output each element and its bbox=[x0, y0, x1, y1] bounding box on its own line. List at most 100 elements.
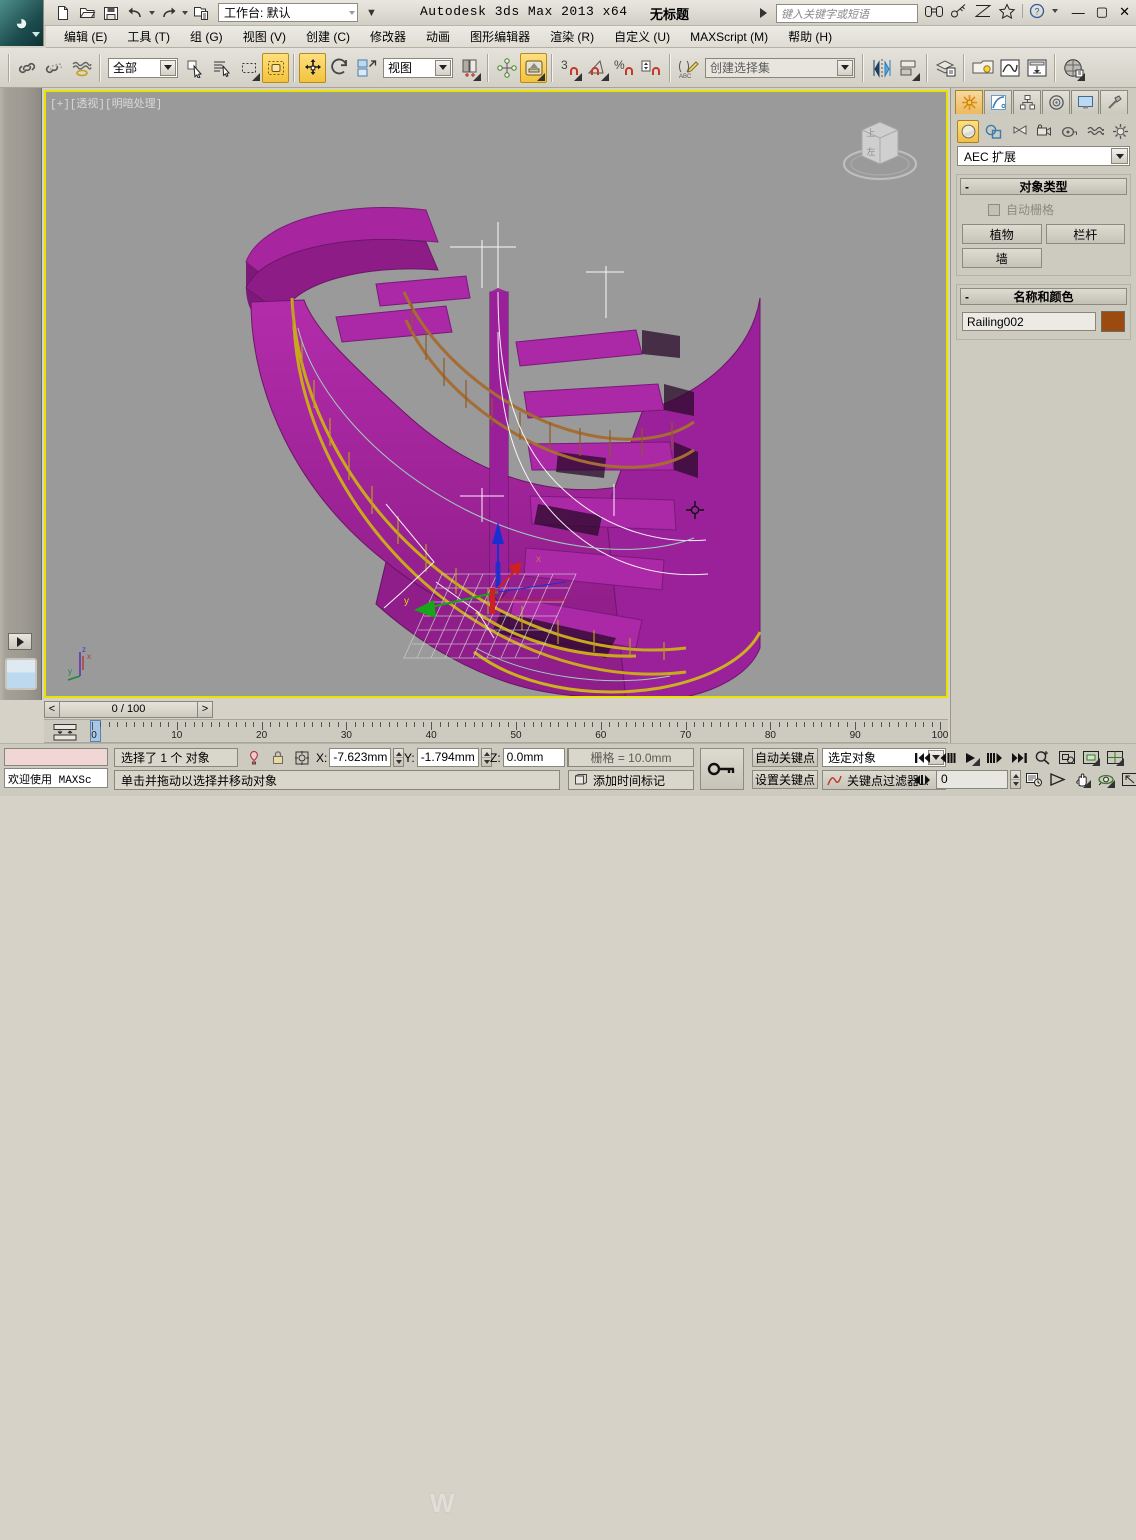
menu-item-rendering[interactable]: 渲染 (R) bbox=[540, 26, 604, 47]
selection-filter-select[interactable]: 全部 bbox=[108, 58, 178, 78]
view-cube[interactable]: 上 左 bbox=[830, 106, 930, 196]
flyout-indicator[interactable] bbox=[252, 73, 260, 81]
maxscript-listener-output[interactable] bbox=[4, 748, 108, 766]
use-center-button[interactable] bbox=[456, 53, 483, 83]
helpers-category-button[interactable] bbox=[1059, 120, 1081, 143]
object-color-swatch[interactable] bbox=[1101, 311, 1125, 332]
isolate-selection-button[interactable] bbox=[244, 748, 264, 767]
menu-item-views[interactable]: 视图 (V) bbox=[233, 26, 296, 47]
flyout-indicator[interactable] bbox=[601, 73, 609, 81]
angle-snap-button[interactable] bbox=[584, 53, 611, 83]
snaps-toggle-button[interactable]: 3 bbox=[557, 53, 584, 83]
add-time-tag[interactable]: 添加时间标记 bbox=[568, 770, 694, 790]
zoom-extents-button[interactable] bbox=[1056, 748, 1078, 767]
play-animation-button[interactable] bbox=[960, 748, 982, 767]
flyout-indicator[interactable] bbox=[1083, 780, 1091, 788]
key-mode-toggle-small[interactable] bbox=[912, 770, 934, 789]
material-editor-button[interactable] bbox=[1060, 53, 1087, 83]
select-and-rotate-button[interactable] bbox=[326, 53, 353, 83]
hierarchy-tab[interactable] bbox=[1013, 90, 1041, 114]
current-frame-input[interactable]: 0 bbox=[936, 770, 1008, 789]
select-by-name-button[interactable] bbox=[208, 53, 235, 83]
project-folder-button[interactable] bbox=[190, 3, 212, 23]
workspace-selector[interactable]: 工作台: 默认 bbox=[218, 3, 358, 22]
close-button[interactable]: ✕ bbox=[1119, 4, 1130, 20]
key-mode-toggle-button[interactable] bbox=[700, 748, 744, 790]
object-type-rollout-header[interactable]: - 对象类型 bbox=[960, 178, 1127, 195]
layer-manager-button[interactable] bbox=[932, 53, 959, 83]
display-tab[interactable] bbox=[1071, 90, 1099, 114]
flyout-indicator[interactable] bbox=[1116, 758, 1124, 766]
open-file-button[interactable] bbox=[76, 3, 98, 23]
named-selection-edit-button[interactable]: ABC bbox=[675, 53, 702, 83]
rollout-collapse-icon[interactable]: - bbox=[965, 290, 969, 304]
set-key-button[interactable]: 设置关键点 bbox=[752, 770, 818, 789]
binoculars-icon[interactable] bbox=[924, 3, 944, 19]
create-tab[interactable] bbox=[955, 90, 983, 114]
chevron-down-icon[interactable] bbox=[160, 60, 176, 76]
lights-category-button[interactable] bbox=[1008, 120, 1030, 143]
menu-item-tools[interactable]: 工具 (T) bbox=[117, 26, 180, 47]
track-bar[interactable]: 1020304050607080901000 bbox=[44, 719, 948, 743]
perspective-viewport[interactable]: [+][透视][明暗处理] bbox=[44, 90, 948, 698]
help-dropdown-caret[interactable] bbox=[1052, 9, 1058, 13]
use-selection-center-button[interactable] bbox=[520, 53, 547, 83]
reference-coordinate-select[interactable]: 视图 bbox=[383, 58, 453, 78]
flyout-indicator[interactable] bbox=[574, 73, 582, 81]
key-mode-icon[interactable] bbox=[52, 722, 78, 742]
previous-frame-small-button[interactable]: < bbox=[44, 701, 60, 718]
minimize-button[interactable]: — bbox=[1072, 5, 1085, 20]
auto-grid-checkbox[interactable] bbox=[988, 204, 1000, 216]
x-spinner[interactable] bbox=[393, 748, 404, 767]
menu-item-create[interactable]: 创建 (C) bbox=[296, 26, 360, 47]
undo-dropdown-caret[interactable] bbox=[149, 11, 155, 15]
key-icon[interactable] bbox=[950, 3, 968, 19]
bind-to-space-warp-button[interactable] bbox=[68, 53, 95, 83]
object-name-input[interactable]: Railing002 bbox=[962, 312, 1096, 331]
help-icon[interactable]: ? bbox=[1029, 3, 1045, 19]
window-crossing-button[interactable] bbox=[262, 53, 289, 83]
percent-snap-button[interactable]: % bbox=[611, 53, 638, 83]
menu-item-animation[interactable]: 动画 bbox=[416, 26, 460, 47]
select-and-move-button[interactable] bbox=[299, 53, 326, 83]
schematic-view-button[interactable] bbox=[1023, 53, 1050, 83]
rollout-collapse-icon[interactable]: - bbox=[965, 180, 969, 194]
orbit-button[interactable] bbox=[1095, 770, 1117, 789]
light-lister-button[interactable] bbox=[969, 53, 996, 83]
maximize-viewport-button[interactable] bbox=[1119, 770, 1136, 789]
current-frame-spinner[interactable] bbox=[1010, 770, 1021, 789]
modify-tab[interactable] bbox=[984, 90, 1012, 114]
document-menu-arrow-icon[interactable] bbox=[760, 8, 767, 18]
spinner-snap-button[interactable] bbox=[638, 53, 665, 83]
flyout-indicator[interactable] bbox=[1107, 780, 1115, 788]
motion-tab[interactable] bbox=[1042, 90, 1070, 114]
previous-frame-button[interactable] bbox=[936, 748, 958, 767]
auto-grid-row[interactable]: 自动栅格 bbox=[988, 201, 1127, 218]
menu-item-graph-editors[interactable]: 图形编辑器 bbox=[460, 26, 540, 47]
goto-end-button[interactable] bbox=[1008, 748, 1030, 767]
new-file-button[interactable] bbox=[52, 3, 74, 23]
menu-item-group[interactable]: 组 (G) bbox=[180, 26, 233, 47]
flyout-indicator[interactable] bbox=[1077, 73, 1085, 81]
undo-button[interactable] bbox=[124, 3, 146, 23]
select-and-scale-button[interactable] bbox=[353, 53, 380, 83]
left-panel-expand-button[interactable] bbox=[8, 633, 32, 650]
cameras-category-button[interactable] bbox=[1033, 120, 1055, 143]
pan-button[interactable] bbox=[1071, 770, 1093, 789]
systems-category-button[interactable] bbox=[1110, 120, 1132, 143]
menu-item-help[interactable]: 帮助 (H) bbox=[778, 26, 842, 47]
x-input[interactable]: -7.623mm bbox=[329, 748, 391, 767]
redo-button[interactable] bbox=[157, 3, 179, 23]
application-menu-button[interactable]: ◕ bbox=[0, 0, 44, 46]
align-button[interactable] bbox=[895, 53, 922, 83]
next-frame-small-button[interactable]: > bbox=[197, 701, 213, 718]
flyout-indicator[interactable] bbox=[972, 758, 980, 766]
search-input[interactable]: 键入关键字或短语 bbox=[776, 4, 918, 23]
chevron-down-icon[interactable] bbox=[435, 60, 451, 76]
space-warps-category-button[interactable] bbox=[1084, 120, 1106, 143]
maxscript-listener-input[interactable]: 欢迎使用 MAXSc bbox=[4, 768, 108, 788]
chevron-down-icon[interactable] bbox=[1111, 148, 1128, 164]
y-input[interactable]: -1.794mm bbox=[417, 748, 479, 767]
flyout-indicator[interactable] bbox=[473, 73, 481, 81]
maximize-button[interactable]: ▢ bbox=[1096, 4, 1108, 20]
